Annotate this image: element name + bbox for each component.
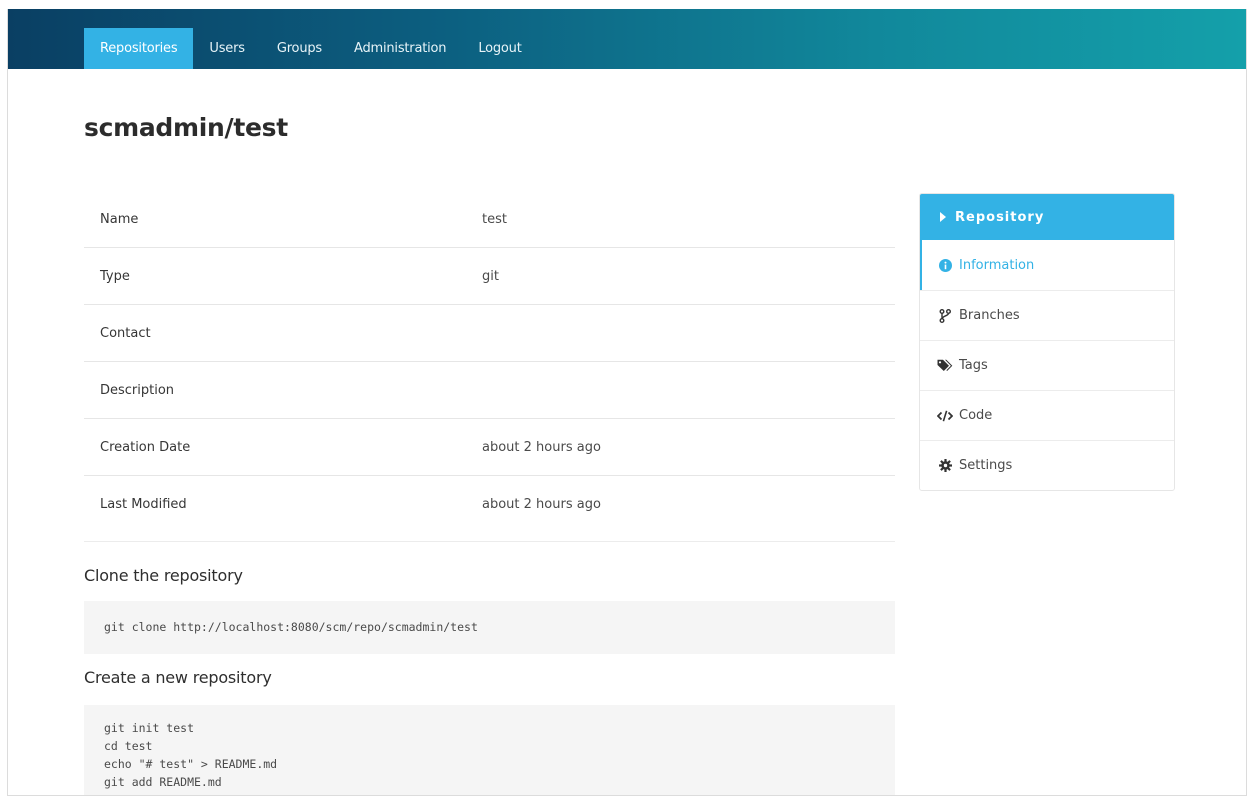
sidebar-item-label: Branches [959, 308, 1020, 323]
table-row: Name test [84, 191, 895, 248]
nav-administration[interactable]: Administration [338, 28, 462, 69]
row-value: about 2 hours ago [482, 496, 601, 512]
create-heading: Create a new repository [84, 668, 272, 687]
page-title: scmadmin/test [84, 113, 288, 142]
nav-groups[interactable]: Groups [261, 28, 338, 69]
nav-users[interactable]: Users [193, 28, 260, 69]
main-nav: Repositories Users Groups Administration… [84, 28, 538, 69]
row-value: test [481, 191, 895, 248]
row-key: Contact [84, 304, 481, 362]
caret-right-icon [940, 212, 946, 222]
sidebar-header-label: Repository [955, 209, 1045, 225]
tags-icon [937, 359, 953, 373]
sidebar-item-label: Code [959, 408, 993, 423]
top-navbar: Repositories Users Groups Administration… [8, 9, 1246, 69]
info-circle-icon [937, 258, 953, 272]
row-key: Name [84, 191, 481, 248]
row-key: Description [84, 361, 481, 419]
app-window: Repositories Users Groups Administration… [7, 9, 1247, 796]
row-value [481, 304, 895, 362]
row-value: about 2 hours ago [481, 418, 895, 476]
clone-heading: Clone the repository [84, 566, 243, 585]
clone-command-box[interactable]: git clone http://localhost:8080/scm/repo… [84, 601, 895, 654]
sidebar-header: Repository [920, 194, 1174, 240]
row-value [481, 361, 895, 419]
sidebar-item-branches[interactable]: Branches [920, 290, 1174, 340]
sidebar-item-tags[interactable]: Tags [920, 340, 1174, 390]
divider [84, 541, 895, 542]
nav-repositories[interactable]: Repositories [84, 28, 194, 69]
table-row: Last Modified about 2 hours ago [84, 476, 895, 533]
sidebar-item-label: Information [959, 257, 1035, 273]
table-row: Contact [84, 304, 895, 362]
row-key: Type [84, 247, 481, 305]
sidebar-item-label: Tags [959, 358, 988, 373]
row-key: Creation Date [84, 418, 481, 476]
sidebar-item-code[interactable]: Code [920, 390, 1174, 440]
nav-logout[interactable]: Logout [462, 28, 537, 69]
repository-sidebar: Repository Information Branches Tags Cod [919, 193, 1175, 491]
sidebar-item-information[interactable]: Information [920, 240, 1174, 290]
gear-icon [937, 459, 953, 473]
sidebar-item-settings[interactable]: Settings [920, 440, 1174, 490]
row-value: git [481, 247, 895, 305]
table-row: Creation Date about 2 hours ago [84, 418, 895, 476]
row-key: Last Modified [100, 496, 187, 512]
repository-info-table: Name test Type git Contact Description C… [84, 191, 895, 532]
branch-icon [937, 308, 953, 323]
code-icon [937, 409, 953, 423]
table-row: Type git [84, 247, 895, 305]
create-command-box[interactable]: git init test cd test echo "# test" > RE… [84, 705, 895, 795]
table-row: Description [84, 361, 895, 419]
sidebar-item-label: Settings [959, 458, 1013, 473]
